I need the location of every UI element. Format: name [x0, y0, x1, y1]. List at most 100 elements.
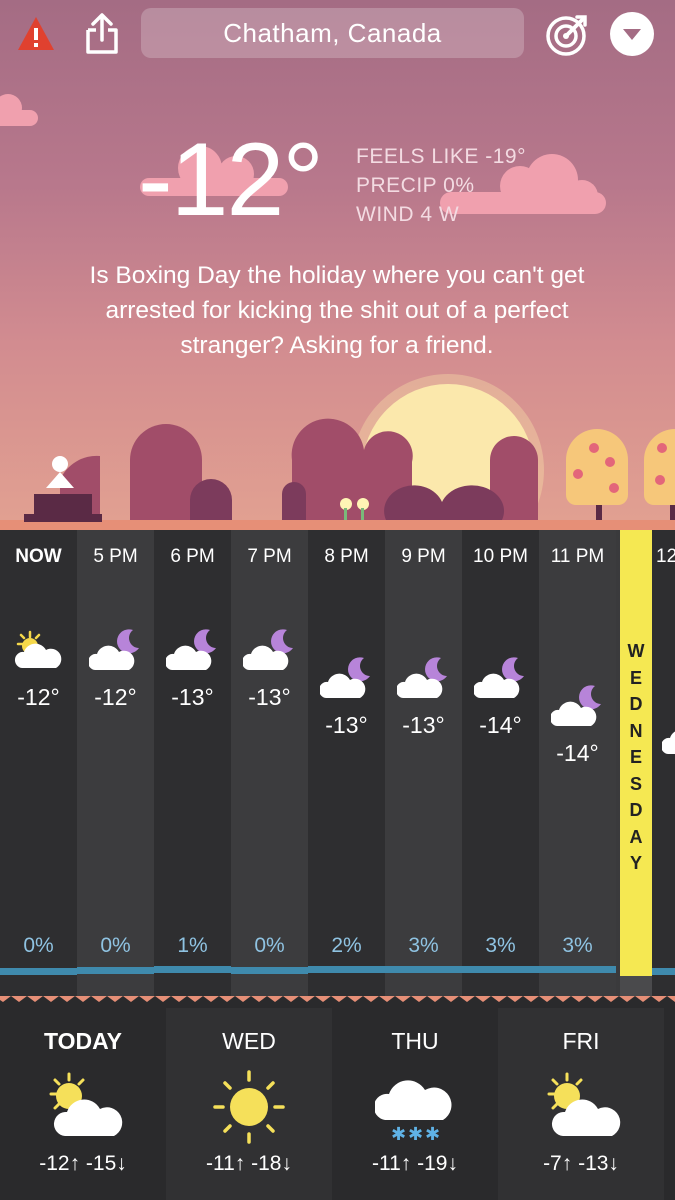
- current-temperature: -12°: [138, 122, 324, 238]
- svg-text:✱: ✱: [391, 1124, 406, 1144]
- day-divider-base: [620, 976, 652, 996]
- radar-icon[interactable]: [544, 12, 590, 58]
- day-divider-letter: E: [629, 667, 642, 688]
- moon-cloud-icon: [662, 731, 675, 754]
- hour-label: 7 PM: [247, 546, 292, 567]
- day-column-wed[interactable]: WED -11↑ -18↓: [166, 1008, 332, 1200]
- day-column-fri[interactable]: FRI -7↑ -13↓: [498, 1008, 664, 1200]
- precip-line: [462, 966, 539, 973]
- hour-precip: 0%: [100, 934, 131, 957]
- day-divider-label: WEDNESDAY: [620, 638, 652, 877]
- hour-label: 5 PM: [93, 546, 138, 567]
- day-divider-letter: A: [629, 826, 643, 847]
- hour-column: NOW -12° 0%: [0, 530, 77, 996]
- precip-line: [0, 968, 77, 975]
- wind-text: WIND 4 W: [356, 203, 460, 226]
- hour-label: 9 PM: [401, 546, 446, 567]
- hour-label: 12: [656, 546, 675, 567]
- day-column-today[interactable]: TODAY -12↑ -15↓: [0, 1008, 166, 1200]
- day-column-thu[interactable]: THU ✱ ✱ ✱ -11↑ -19↓: [332, 1008, 498, 1200]
- precip-line: [385, 966, 462, 973]
- day-divider-letter: D: [629, 694, 643, 714]
- hour-precip: 2%: [331, 934, 362, 957]
- sun-cloud-icon: [547, 1072, 621, 1136]
- precip-text: PRECIP 0%: [356, 174, 475, 197]
- zigzag-divider: [0, 996, 675, 1008]
- current-conditions: FEELS LIKE -19° PRECIP 0% WIND 4 W: [356, 142, 526, 229]
- hour-column: 11 PM -14° 3%: [539, 530, 616, 996]
- hour-column: 6 PM -13° 1%: [154, 530, 231, 996]
- hourly-forecast[interactable]: NOW -12° 0% 5 PM -12° 0% 6 PM -13° 1% 7 …: [0, 530, 675, 996]
- weather-message: Is Boxing Day the holiday where you can'…: [89, 262, 585, 359]
- weather-scene: Chatham, Canada -12° FEELS LIKE -19° PRE…: [0, 0, 675, 530]
- hour-precip: 1%: [177, 934, 208, 957]
- day-name: TODAY: [44, 1028, 122, 1054]
- day-divider-wednesday: WEDNESDAY: [620, 530, 652, 976]
- day-divider-letter: N: [629, 720, 643, 741]
- day-divider-letter: Y: [629, 853, 642, 873]
- hour-column: 7 PM -13° 0%: [231, 530, 308, 996]
- hour-temp: -13°: [171, 684, 214, 710]
- hour-precip: 0%: [254, 934, 285, 957]
- hour-precip: 3%: [485, 934, 516, 957]
- snow-cloud-icon: ✱ ✱ ✱: [375, 1080, 452, 1144]
- share-icon[interactable]: [82, 12, 122, 56]
- hour-temp: -12°: [17, 684, 60, 710]
- sun-cloud-icon: [49, 1072, 123, 1136]
- svg-text:✱: ✱: [425, 1124, 440, 1144]
- hour-temp: -12°: [94, 684, 137, 710]
- hour-label: 6 PM: [170, 546, 215, 567]
- hour-column: 5 PM -12° 0%: [77, 530, 154, 996]
- hour-temp: -13°: [248, 684, 291, 710]
- daily-forecast-row: TODAY -12↑ -15↓ WED -11↑ -18↓ THU ✱ ✱ ✱ …: [0, 1008, 675, 1200]
- hour-column: 9 PM -13° 3%: [385, 530, 462, 996]
- hour-temp: -13°: [325, 712, 368, 738]
- day-temp-range: -11↑ -19↓: [372, 1152, 458, 1175]
- hour-precip: 3%: [562, 934, 593, 957]
- hour-column: 10 PM -14° 3%: [462, 530, 539, 996]
- day-temp-range: -12↑ -15↓: [39, 1152, 127, 1175]
- top-bar: Chatham, Canada: [0, 0, 675, 70]
- day-divider-letter: D: [629, 800, 643, 820]
- moon-cloud-icon: [89, 629, 139, 670]
- day-divider-letter: S: [629, 773, 642, 794]
- hour-temp: -14°: [479, 712, 522, 738]
- feels-like-text: FEELS LIKE -19°: [356, 145, 526, 168]
- day-name: THU: [391, 1028, 439, 1054]
- day-temp-range: -11↑ -18↓: [206, 1152, 292, 1175]
- precip-line: [539, 966, 616, 973]
- precip-line: [154, 966, 231, 973]
- sun-icon: [213, 1070, 285, 1144]
- hour-label: 8 PM: [324, 546, 369, 567]
- moon-cloud-icon: [397, 657, 447, 698]
- moon-cloud-icon: [320, 657, 370, 698]
- hour-temp: -13°: [402, 712, 445, 738]
- location-search-button[interactable]: Chatham, Canada: [141, 8, 524, 58]
- hour-precip: 3%: [408, 934, 439, 957]
- day-divider-letter: W: [627, 641, 645, 661]
- precip-line: [77, 967, 154, 974]
- precip-line: [308, 966, 385, 973]
- svg-text:✱: ✱: [408, 1124, 423, 1144]
- precip-line: [652, 968, 675, 975]
- moon-cloud-icon: [243, 629, 293, 670]
- hour-column: 12: [652, 530, 675, 996]
- day-column-partial: [664, 1008, 675, 1200]
- alert-triangle-icon[interactable]: [16, 14, 56, 54]
- day-divider-letter: E: [629, 747, 642, 767]
- hour-label: 11 PM: [550, 546, 605, 567]
- precip-line: [231, 967, 308, 974]
- hour-precip: 0%: [23, 934, 54, 957]
- day-name: FRI: [562, 1028, 600, 1054]
- day-temp-range: -7↑ -13↓: [543, 1152, 619, 1175]
- day-name: WED: [222, 1028, 276, 1054]
- daily-forecast[interactable]: TODAY -12↑ -15↓ WED -11↑ -18↓ THU ✱ ✱ ✱ …: [0, 996, 675, 1200]
- hour-label: NOW: [15, 546, 62, 567]
- hour-column: 8 PM -13° 2%: [308, 530, 385, 996]
- chevron-down-icon[interactable]: [610, 12, 654, 56]
- hour-temp: -14°: [556, 740, 599, 766]
- moon-cloud-icon: [551, 685, 601, 726]
- moon-cloud-icon: [166, 629, 216, 670]
- sun-cloud-icon: [14, 630, 62, 668]
- hour-label: 10 PM: [473, 546, 528, 567]
